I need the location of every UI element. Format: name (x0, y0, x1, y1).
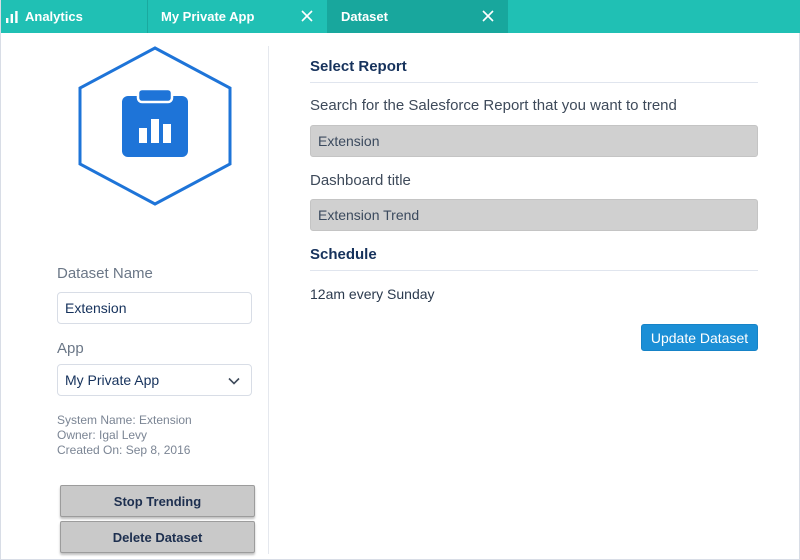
update-dataset-button[interactable]: Update Dataset (641, 324, 758, 351)
dataset-name-input[interactable] (57, 292, 252, 324)
tab-label: My Private App (161, 9, 255, 24)
section-divider (310, 82, 758, 83)
bar-chart-icon (6, 10, 18, 23)
close-icon[interactable] (480, 8, 496, 24)
schedule-title: Schedule (310, 246, 377, 263)
owner-text: Owner: Igal Levy (57, 428, 148, 442)
close-icon[interactable] (299, 8, 315, 24)
tab-label: Dataset (341, 9, 388, 24)
tab-my-private-app[interactable]: My Private App (147, 0, 327, 33)
chevron-down-icon (228, 377, 240, 385)
stop-trending-button[interactable]: Stop Trending (60, 485, 255, 517)
schedule-value: 12am every Sunday (310, 286, 435, 302)
tab-bar: Analytics My Private App Dataset (1, 0, 800, 33)
tab-label: Analytics (25, 9, 83, 24)
report-search-input[interactable] (310, 125, 758, 157)
dataset-name-label: Dataset Name (57, 265, 153, 282)
dashboard-title-input[interactable] (310, 199, 758, 231)
select-report-title: Select Report (310, 58, 407, 75)
tab-analytics[interactable]: Analytics (1, 0, 147, 33)
system-name-text: System Name: Extension (57, 413, 192, 427)
tab-dataset[interactable]: Dataset (327, 0, 508, 33)
dashboard-title-label: Dashboard title (310, 172, 411, 189)
delete-dataset-button[interactable]: Delete Dataset (60, 521, 255, 553)
panel-divider (268, 46, 269, 554)
created-on-text: Created On: Sep 8, 2016 (57, 443, 191, 457)
clipboard-chart-icon (78, 46, 232, 206)
app-select-value: My Private App (65, 372, 160, 388)
app-label: App (57, 340, 84, 357)
app-window: Analytics My Private App Dataset Dataset… (0, 0, 800, 560)
search-report-label: Search for the Salesforce Report that yo… (310, 97, 677, 114)
app-select[interactable]: My Private App (57, 364, 252, 396)
section-divider (310, 270, 758, 271)
